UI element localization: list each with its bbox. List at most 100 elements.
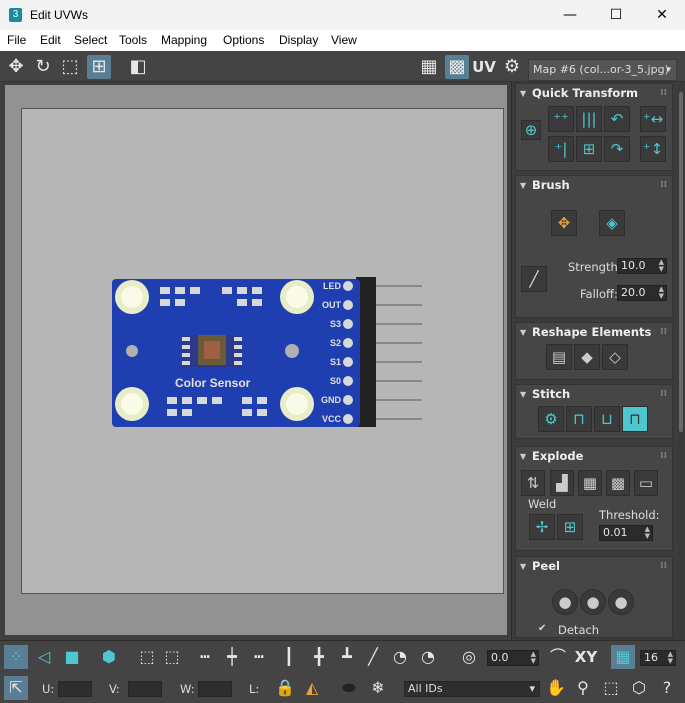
explode-header[interactable]: ▼ Explode ⁞⁞ bbox=[516, 447, 672, 466]
map-selector[interactable]: Map #6 (col...or-3_5.jpg) ▾ bbox=[528, 59, 677, 81]
reshape-header[interactable]: ▼ Reshape Elements ⁞⁞ bbox=[516, 323, 672, 342]
reset-peel-icon[interactable]: ● bbox=[608, 589, 634, 615]
ring-shrink-icon[interactable]: ┅ bbox=[247, 645, 271, 669]
vertex-select-icon[interactable]: ⁘ bbox=[4, 645, 28, 669]
checker-pattern-icon[interactable]: ▩ bbox=[445, 55, 469, 79]
brush-header[interactable]: ▼ Brush ⁞⁞ bbox=[516, 176, 672, 195]
explode-grid-icon[interactable]: ▦ bbox=[578, 470, 602, 496]
peel-header[interactable]: ▼ Peel ⁞⁞ bbox=[516, 557, 672, 576]
zoom-icon[interactable]: ⚲ bbox=[571, 676, 595, 700]
filter-icon[interactable]: ⬬ bbox=[337, 676, 361, 700]
rotate-ccw-icon[interactable]: ↶ bbox=[604, 106, 630, 132]
weld-selected-icon[interactable]: ✢ bbox=[529, 514, 555, 540]
panel-scrollbar[interactable] bbox=[678, 82, 684, 638]
zoom-extents-icon[interactable]: ⬡ bbox=[627, 676, 651, 700]
detach-edges-icon[interactable]: ▟ bbox=[550, 470, 574, 496]
paint-move-icon[interactable]: ✥ bbox=[551, 210, 577, 236]
quick-transform-origin-icon[interactable]: ⊕ bbox=[521, 120, 541, 140]
edge-select-icon[interactable]: ◁ bbox=[32, 645, 56, 669]
rotate-angle-spinner[interactable]: 0.0 ▲ ▼ bbox=[487, 650, 539, 666]
align-grid-icon[interactable]: ⊞ bbox=[576, 136, 602, 162]
stitch-custom-icon[interactable]: ⚙ bbox=[538, 406, 564, 432]
stitch-source-icon[interactable]: ⊓ bbox=[566, 406, 592, 432]
zoom-region-icon[interactable]: ⬚ bbox=[599, 676, 623, 700]
lock-icon[interactable]: 🔒 bbox=[273, 676, 297, 700]
align-horizontal-icon[interactable]: ⁺⁺ bbox=[548, 106, 574, 132]
maximize-button[interactable]: ☐ bbox=[593, 0, 639, 30]
u-field[interactable] bbox=[58, 681, 92, 697]
visibility-icon[interactable]: ◭ bbox=[300, 676, 324, 700]
align-vertical-icon[interactable]: ||| bbox=[576, 106, 602, 132]
freeform-icon[interactable]: ⊞ bbox=[87, 55, 111, 79]
scrollbar-thumb[interactable] bbox=[679, 92, 683, 432]
relax-brush-icon[interactable]: ◈ bbox=[599, 210, 625, 236]
straighten-icon[interactable]: ▤ bbox=[546, 344, 572, 370]
falloff-type-icon[interactable]: ╱ bbox=[521, 266, 547, 292]
stitch-average-icon[interactable]: ⊔ bbox=[594, 406, 620, 432]
threshold-spinner[interactable]: 0.01 ▲ ▼ bbox=[599, 525, 653, 541]
grid-snap-icon[interactable]: ▦ bbox=[611, 645, 635, 669]
menu-mapping[interactable]: Mapping bbox=[161, 33, 207, 47]
face-select-icon[interactable]: ■ bbox=[60, 645, 84, 669]
shrink-select-icon[interactable]: ⬚ bbox=[160, 645, 184, 669]
pan-icon[interactable]: ✋ bbox=[544, 676, 568, 700]
menu-options[interactable]: Options bbox=[223, 33, 264, 47]
element-select-icon[interactable]: ⬢ bbox=[97, 645, 121, 669]
close-button[interactable]: ✕ bbox=[639, 0, 685, 30]
material-id-select[interactable]: All IDs ▾ bbox=[404, 681, 540, 697]
explode-checker-icon[interactable]: ▩ bbox=[606, 470, 630, 496]
stitch-target-icon[interactable]: ⊓ bbox=[622, 406, 648, 432]
scale-icon[interactable]: ⬚ bbox=[58, 55, 82, 79]
lasso-select-alt-icon[interactable]: ◔ bbox=[416, 645, 440, 669]
snap-curve-icon[interactable]: ⌒ bbox=[546, 645, 570, 669]
w-label: W: bbox=[180, 682, 195, 696]
transform-mode-icon[interactable]: ⇱ bbox=[4, 676, 28, 700]
menu-display[interactable]: Display bbox=[279, 33, 318, 47]
xy-axis-toggle[interactable]: XY bbox=[572, 645, 600, 669]
relax-flat-icon[interactable]: ◇ bbox=[602, 344, 628, 370]
detach-checkbox[interactable]: ✔ bbox=[538, 623, 546, 634]
menu-view[interactable]: View bbox=[331, 33, 357, 47]
grid-size-spinner[interactable]: 16 ▲ ▼ bbox=[640, 650, 676, 666]
rotate-cw-icon[interactable]: ↷ bbox=[604, 136, 630, 162]
v-field[interactable] bbox=[128, 681, 162, 697]
space-vertical-icon[interactable]: ⁺↕ bbox=[640, 136, 666, 162]
grow-select-icon[interactable]: ⬚ bbox=[135, 645, 159, 669]
peel-mode-icon[interactable]: ● bbox=[580, 589, 606, 615]
align-vertical-center-icon[interactable]: ⁺| bbox=[548, 136, 574, 162]
relax-cube-icon[interactable]: ◆ bbox=[574, 344, 600, 370]
spinner-arrows-icon: ▲ ▼ bbox=[530, 650, 536, 665]
strength-spinner[interactable]: 10.0 ▲ ▼ bbox=[617, 258, 667, 274]
lasso-select-icon[interactable]: ◔ bbox=[388, 645, 412, 669]
pin-label: VCC bbox=[322, 414, 342, 424]
menu-select[interactable]: Select bbox=[74, 33, 107, 47]
minimize-button[interactable]: — bbox=[547, 0, 593, 30]
menu-file[interactable]: File bbox=[7, 33, 26, 47]
break-icon[interactable]: ⇅ bbox=[521, 470, 545, 496]
rotate-icon[interactable]: ↻ bbox=[31, 55, 55, 79]
help-icon[interactable]: ? bbox=[655, 676, 679, 700]
freeze-icon[interactable]: ❄ bbox=[366, 676, 390, 700]
checker-icon[interactable]: ▦ bbox=[417, 55, 441, 79]
edge-loop-icon[interactable]: ┃ bbox=[277, 645, 301, 669]
quick-peel-icon[interactable]: ● bbox=[552, 589, 578, 615]
menu-tools[interactable]: Tools bbox=[119, 33, 147, 47]
mirror-icon[interactable]: ◧ bbox=[126, 55, 150, 79]
point-to-point-icon[interactable]: ╋ bbox=[307, 645, 331, 669]
texture-settings-icon[interactable]: ⚙ bbox=[500, 55, 524, 79]
loop-select-icon[interactable]: ┅ bbox=[193, 645, 217, 669]
move-icon[interactable]: ✥ bbox=[4, 55, 28, 79]
menu-edit[interactable]: Edit bbox=[40, 33, 61, 47]
paint-select-icon[interactable]: ┻ bbox=[335, 645, 359, 669]
uv-toggle[interactable]: UV bbox=[472, 55, 496, 79]
brush-select-icon[interactable]: ╱ bbox=[361, 645, 385, 669]
quick-transform-header[interactable]: ▼ Quick Transform ⁞⁞ bbox=[516, 84, 672, 103]
w-field[interactable] bbox=[198, 681, 232, 697]
space-horizontal-icon[interactable]: ⁺↔ bbox=[640, 106, 666, 132]
ring-grow-icon[interactable]: ┿ bbox=[220, 645, 244, 669]
soft-selection-icon[interactable]: ◎ bbox=[457, 645, 481, 669]
falloff-spinner[interactable]: 20.0 ▲ ▼ bbox=[617, 285, 667, 301]
explode-square-icon[interactable]: ▭ bbox=[634, 470, 658, 496]
weld-target-icon[interactable]: ⊞ bbox=[557, 514, 583, 540]
stitch-header[interactable]: ▼ Stitch ⁞⁞ bbox=[516, 385, 672, 404]
